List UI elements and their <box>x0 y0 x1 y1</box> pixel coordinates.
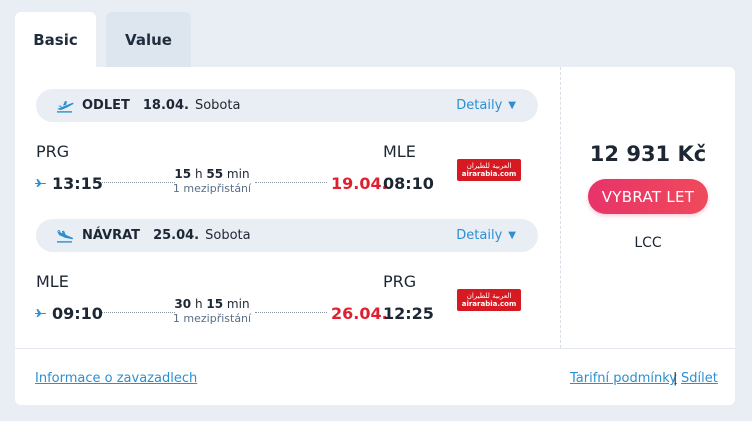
destination-code: MLE <box>383 142 416 161</box>
tab-value[interactable]: Value <box>106 12 191 68</box>
stops-count: 1 mezipřistání <box>172 182 252 195</box>
origin-code: PRG <box>36 142 70 161</box>
departure-date: 18.04. <box>142 98 189 113</box>
airline-logo: العربية للطيران airarabia.com <box>457 159 521 181</box>
fare-tabs: Basic Value <box>15 12 191 68</box>
inbound-details-link[interactable]: Detaily ▼ <box>456 219 516 252</box>
airline-logo: العربية للطيران airarabia.com <box>457 289 521 311</box>
share-link[interactable]: Sdílet <box>681 371 718 386</box>
details-label: Detaily <box>456 228 503 243</box>
plane-landing-icon <box>57 229 74 243</box>
caret-down-icon: ▼ <box>508 230 516 241</box>
return-day: Sobota <box>205 228 251 243</box>
plane-icon <box>35 309 46 317</box>
plane-takeoff-icon <box>57 100 74 113</box>
arrival-date: 19.04. <box>331 174 388 193</box>
direction-label: NÁVRAT <box>82 228 141 243</box>
plane-icon <box>35 179 46 187</box>
origin-code: MLE <box>36 272 69 291</box>
arrival-time: 12:25 <box>383 304 434 323</box>
total-price: 12 931 Kč <box>589 142 707 166</box>
outbound-details-link[interactable]: Detaily ▼ <box>456 89 516 122</box>
itinerary-area: ODLET 18.04. Sobota Detaily ▼ PRG MLE 13… <box>15 67 735 348</box>
baggage-info-link[interactable]: Informace o zavazadlech <box>35 371 197 386</box>
stops-count: 1 mezipřistání <box>172 312 252 325</box>
return-date: 25.04. <box>153 228 200 243</box>
footer-divider <box>15 348 735 349</box>
destination-code: PRG <box>383 272 417 291</box>
inbound-header: NÁVRAT 25.04. Sobota Detaily ▼ <box>36 219 538 252</box>
outbound-header: ODLET 18.04. Sobota Detaily ▼ <box>36 89 538 122</box>
arrival-date: 26.04. <box>331 304 388 323</box>
fare-type-label: LCC <box>634 235 662 251</box>
departure-time: 09:10 <box>52 304 103 323</box>
flight-duration: 30 h 15 min <box>174 297 250 311</box>
tab-basic[interactable]: Basic <box>15 12 96 68</box>
direction-label: ODLET <box>82 98 130 113</box>
flight-offer-card: ODLET 18.04. Sobota Detaily ▼ PRG MLE 13… <box>15 67 735 405</box>
arrival-time: 08:10 <box>383 174 434 193</box>
flight-duration: 15 h 55 min <box>174 167 250 181</box>
select-flight-button[interactable]: VYBRAT LET <box>588 179 708 214</box>
departure-day: Sobota <box>194 98 241 113</box>
tariff-conditions-link[interactable]: Tarifní podmínky <box>570 371 677 386</box>
panel-divider <box>560 67 561 348</box>
link-separator: | <box>673 371 678 386</box>
details-label: Detaily <box>456 98 503 113</box>
caret-down-icon: ▼ <box>508 100 516 111</box>
departure-time: 13:15 <box>52 174 103 193</box>
